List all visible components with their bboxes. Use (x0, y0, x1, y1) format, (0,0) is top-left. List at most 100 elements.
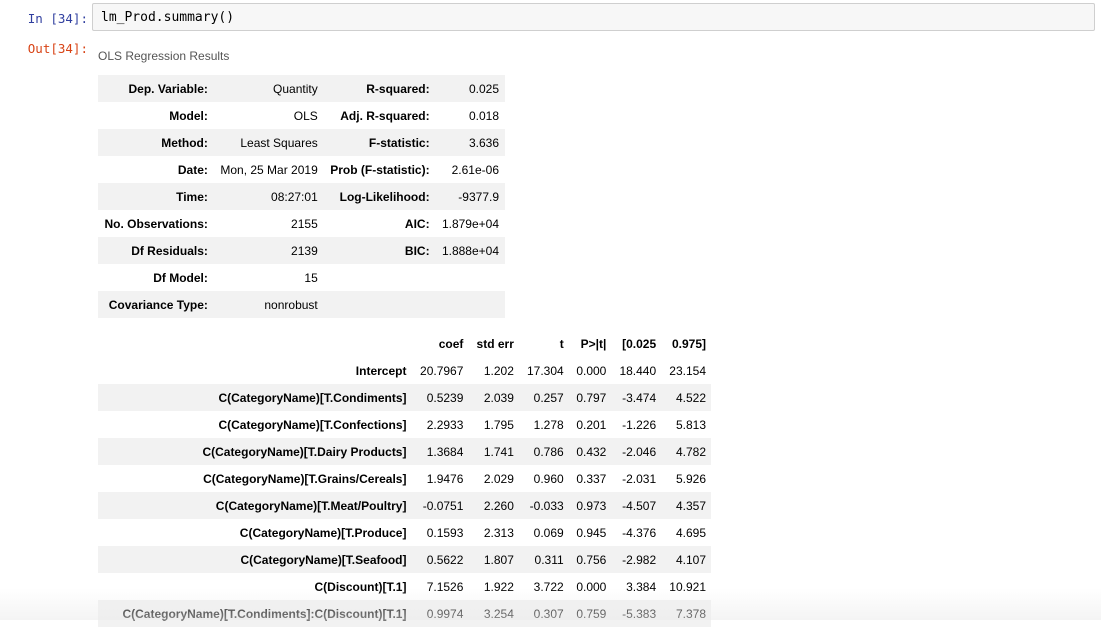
input-prompt: In [34]: (27, 11, 88, 26)
summary-value: 2155 (291, 216, 318, 231)
summary-label: Df Model: (153, 270, 208, 285)
coef-value: 1.741 (483, 444, 514, 459)
coef-column-header: std err (476, 336, 514, 351)
summary-value: 1.879e+04 (441, 216, 499, 231)
coef-term-label: C(Discount)[T.1] (314, 579, 407, 594)
coef-value: 10.921 (669, 579, 706, 594)
summary-value: 15 (304, 270, 318, 285)
coef-value: 2.260 (483, 498, 514, 513)
summary-row: Model: OLS Adj. R-squared: 0.018 (98, 102, 505, 129)
coef-value: 0.960 (533, 471, 564, 486)
coef-value: 4.357 (675, 498, 706, 513)
coef-value: -0.033 (529, 498, 564, 513)
coef-value: 0.069 (533, 525, 564, 540)
summary-value: OLS (293, 108, 318, 123)
coef-column-header: 0.975] (671, 336, 706, 351)
coef-value: 1.795 (483, 417, 514, 432)
coef-term-label: C(CategoryName)[T.Dairy Products] (202, 444, 407, 459)
summary-value: 08:27:01 (271, 189, 318, 204)
output-prompt: Out[34]: (27, 41, 88, 56)
coef-value: 0.1593 (426, 525, 464, 540)
coef-value: -2.982 (622, 552, 657, 567)
coef-row: C(CategoryName)[T.Confections] 2.2933 1.79… (98, 411, 711, 438)
coef-term-label: C(CategoryName)[T.Confections] (218, 417, 407, 432)
coef-value: 0.307 (533, 606, 564, 621)
summary-value: 1.888e+04 (441, 243, 499, 258)
summary-value: -9377.9 (458, 189, 499, 204)
summary-label: No. Observations: (104, 216, 208, 231)
coef-value: 4.107 (675, 552, 706, 567)
summary-value: Mon, 25 Mar 2019 (220, 162, 318, 177)
coef-value: 0.432 (576, 444, 607, 459)
coef-column-header: P>|t| (580, 336, 607, 351)
coef-value: 4.782 (675, 444, 706, 459)
coef-value: 0.000 (576, 363, 607, 378)
coef-value: 1.9476 (426, 471, 464, 486)
summary-label: Prob (F-statistic): (330, 162, 430, 177)
coefficients-header-row: coef std err t P>|t| [0.025 0.975] (98, 330, 711, 357)
code-input-cell[interactable]: lm_Prod.summary() (92, 3, 1095, 31)
coef-value: 0.973 (576, 498, 607, 513)
summary-value: 2.61e-06 (451, 162, 499, 177)
coef-value: 18.440 (619, 363, 657, 378)
summary-row: Dep. Variable: Quantity R-squared: 0.025 (98, 75, 505, 102)
coef-value: 0.201 (576, 417, 607, 432)
coef-value: 7.378 (675, 606, 706, 621)
coef-term-label: C(CategoryName)[T.Meat/Poultry] (215, 498, 407, 513)
summary-value: 0.025 (468, 81, 499, 96)
coef-value: -4.376 (622, 525, 657, 540)
summary-label: BIC: (404, 243, 430, 258)
coef-term-label: C(CategoryName)[T.Seafood] (240, 552, 407, 567)
coef-row: C(CategoryName)[T.Condiments] 0.5239 2.039… (98, 384, 711, 411)
coef-value: 0.945 (576, 525, 607, 540)
coef-row: C(Discount)[T.1] 7.1526 1.922 3.722 0.000 3.3… (98, 573, 711, 600)
coef-term-label: C(CategoryName)[T.Condiments]:C(Discount… (122, 606, 407, 621)
summary-label: Covariance Type: (108, 297, 208, 312)
summary-label: Time: (176, 189, 208, 204)
summary-row: Date: Mon, 25 Mar 2019 Prob (F-statistic):… (98, 156, 505, 183)
coef-value: 23.154 (669, 363, 706, 378)
coef-value: -2.046 (622, 444, 657, 459)
coef-row: Intercept 20.7967 1.202 17.304 0.000 18.440 23… (98, 357, 711, 384)
coef-row: C(CategoryName)[T.Meat/Poultry] -0.0751 2.… (98, 492, 711, 519)
coef-value: 20.7967 (420, 363, 464, 378)
code-text[interactable]: lm_Prod.summary() (101, 10, 234, 25)
coef-value: -4.507 (622, 498, 657, 513)
summary-label (324, 291, 436, 318)
coef-value: 2.2933 (426, 417, 464, 432)
coef-column-header: [0.025 (622, 336, 657, 351)
coef-value: 0.311 (534, 552, 564, 567)
summary-value: 2139 (291, 243, 318, 258)
coef-value: 5.926 (675, 471, 706, 486)
summary-label: Df Residuals: (131, 243, 208, 258)
coef-value: 2.039 (483, 390, 514, 405)
summary-label: Method: (161, 135, 208, 150)
coef-value: 7.1526 (426, 579, 464, 594)
coef-value: 17.304 (526, 363, 564, 378)
summary-label: Date: (177, 162, 208, 177)
coef-term-label: C(CategoryName)[T.Grains/Cereals] (203, 471, 407, 486)
coef-value: 2.313 (483, 525, 514, 540)
summary-value (436, 264, 505, 291)
summary-row: Method: Least Squares F-statistic: 3.636 (98, 129, 505, 156)
coef-row: C(CategoryName)[T.Condiments]:C(Discount… (98, 600, 711, 627)
coef-value: -1.226 (622, 417, 657, 432)
coef-value: 4.695 (675, 525, 706, 540)
coef-value: 4.522 (675, 390, 706, 405)
summary-value: nonrobust (264, 297, 318, 312)
summary-row: Covariance Type: nonrobust (98, 291, 505, 318)
coef-value: 3.254 (483, 606, 514, 621)
summary-row: Time: 08:27:01 Log-Likelihood: -9377.9 (98, 183, 505, 210)
coef-row: C(CategoryName)[T.Produce] 0.1593 2.313 0.0… (98, 519, 711, 546)
coef-term-label: C(CategoryName)[T.Produce] (239, 525, 407, 540)
coef-value: 1.922 (483, 579, 514, 594)
coef-value: 1.202 (483, 363, 514, 378)
summary-value: 0.018 (468, 108, 499, 123)
coef-value: -5.383 (622, 606, 657, 621)
coef-value: 0.786 (533, 444, 564, 459)
coef-value: 0.5239 (426, 390, 464, 405)
coef-column-header: coef (438, 336, 464, 351)
summary-row: Df Residuals: 2139 BIC: 1.888e+04 (98, 237, 505, 264)
summary-label: Model: (169, 108, 208, 123)
coef-row: C(CategoryName)[T.Dairy Products] 1.3684 1… (98, 438, 711, 465)
